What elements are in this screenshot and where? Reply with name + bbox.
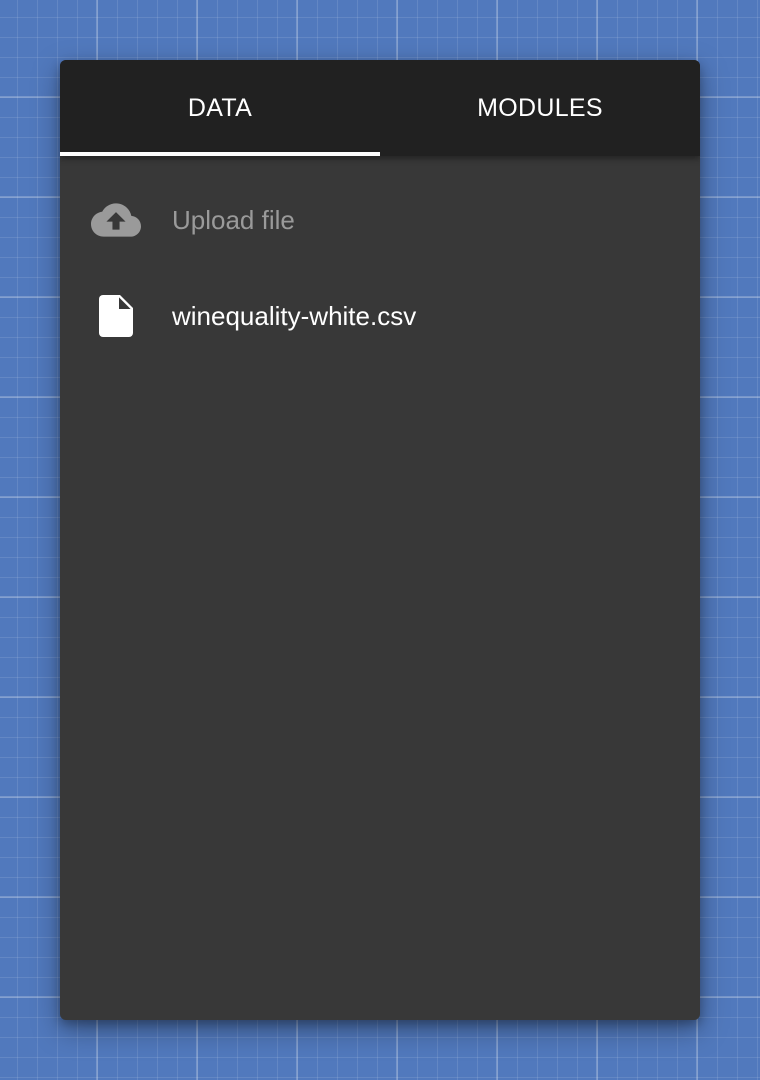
- tab-data[interactable]: DATA: [60, 60, 380, 156]
- tab-bar: DATA MODULES: [60, 60, 700, 156]
- upload-file-button[interactable]: Upload file: [60, 172, 700, 268]
- tab-modules-label: MODULES: [477, 93, 603, 122]
- file-list: Upload file winequality-white.csv: [60, 156, 700, 364]
- upload-file-label: Upload file: [172, 204, 295, 235]
- tab-data-label: DATA: [187, 93, 253, 122]
- active-tab-indicator: [60, 152, 380, 156]
- file-icon: [60, 295, 172, 337]
- data-panel: DATA MODULES Upload file winequality-whi…: [60, 60, 700, 1020]
- tab-modules[interactable]: MODULES: [380, 60, 700, 156]
- file-item[interactable]: winequality-white.csv: [60, 268, 700, 364]
- file-name: winequality-white.csv: [172, 300, 417, 331]
- cloud-upload-icon: [60, 203, 172, 237]
